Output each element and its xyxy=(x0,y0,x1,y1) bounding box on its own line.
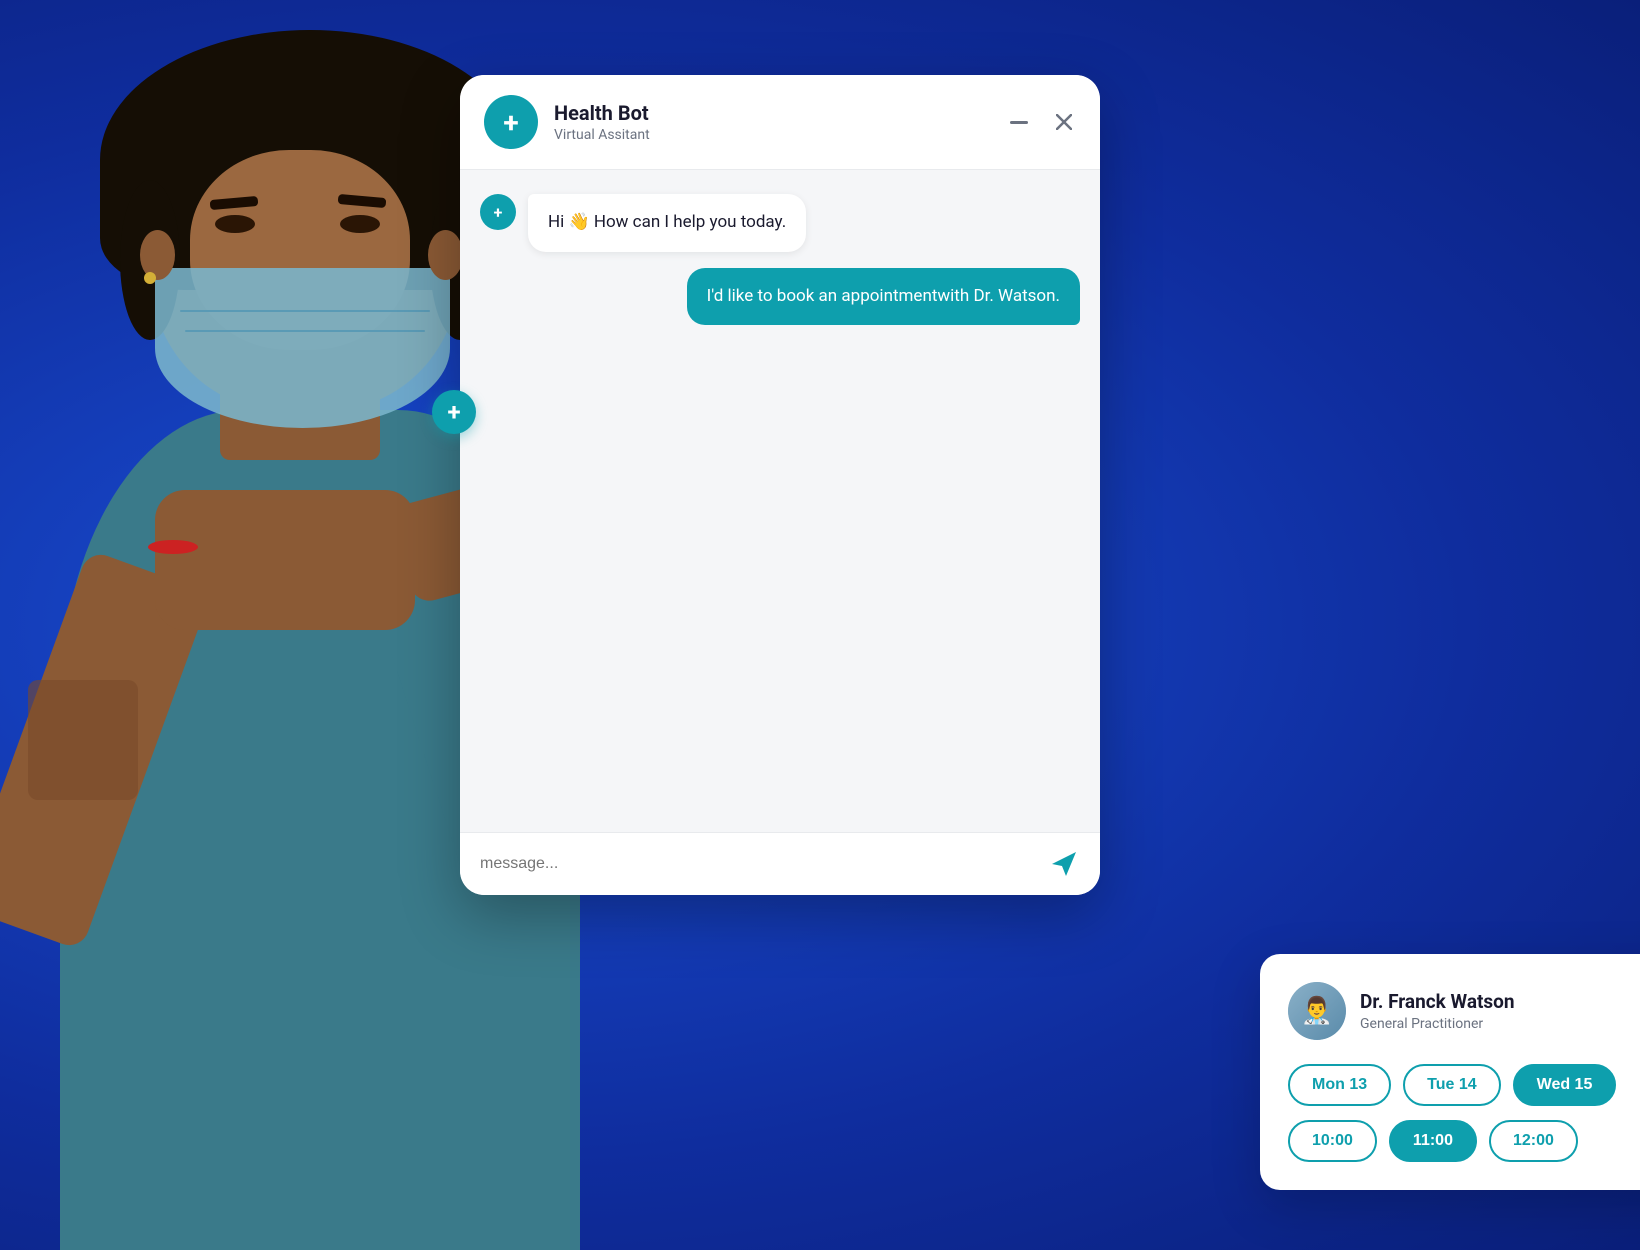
doctor-specialty: General Practitioner xyxy=(1360,1016,1515,1032)
header-actions xyxy=(1006,110,1076,134)
bot-info: Health Bot Virtual Assitant xyxy=(554,101,990,143)
time-slot-1000[interactable]: 10:00 xyxy=(1288,1120,1377,1162)
bot-message-bubble: Hi 👋 How can I help you today. xyxy=(528,194,806,252)
appointment-card: 👨‍⚕️ Dr. Franck Watson General Practitio… xyxy=(1260,954,1640,1190)
person-tattoo xyxy=(28,680,138,800)
chat-window: + Health Bot Virtual Assitant + Hi 👋 How… xyxy=(460,75,1100,895)
mask-line-2 xyxy=(185,330,425,332)
date-slot-wed15[interactable]: Wed 15 xyxy=(1513,1064,1617,1106)
person-hands xyxy=(155,490,415,630)
time-slot-1200[interactable]: 12:00 xyxy=(1489,1120,1578,1162)
date-slots: Mon 13 Tue 14 Wed 15 xyxy=(1288,1064,1640,1106)
person-eye-left xyxy=(215,215,255,233)
floating-plus-icon[interactable]: + xyxy=(432,390,476,434)
message-input[interactable] xyxy=(480,847,1036,881)
doctor-name: Dr. Franck Watson xyxy=(1360,990,1515,1013)
minimize-button[interactable] xyxy=(1006,117,1032,128)
date-slot-tue14[interactable]: Tue 14 xyxy=(1403,1064,1501,1106)
user-message-bubble: I'd like to book an appointmentwith Dr. … xyxy=(687,268,1080,326)
person-earring-left xyxy=(144,272,156,284)
close-button[interactable] xyxy=(1052,110,1076,134)
bot-subtitle: Virtual Assitant xyxy=(554,127,990,143)
doctor-avatar: 👨‍⚕️ xyxy=(1288,982,1346,1040)
time-slot-1100[interactable]: 11:00 xyxy=(1389,1120,1477,1162)
bot-message-avatar: + xyxy=(480,194,516,230)
bot-name: Health Bot xyxy=(554,101,990,125)
doctor-details: Dr. Franck Watson General Practitioner xyxy=(1360,990,1515,1032)
person-bracelet xyxy=(148,540,198,554)
doctor-info: 👨‍⚕️ Dr. Franck Watson General Practitio… xyxy=(1288,982,1640,1040)
person-eye-right xyxy=(340,215,380,233)
mask-line-1 xyxy=(180,310,430,312)
date-slot-mon13[interactable]: Mon 13 xyxy=(1288,1064,1391,1106)
app-container: + Health Bot Virtual Assitant + Hi 👋 How… xyxy=(0,0,1640,1250)
send-button[interactable] xyxy=(1048,848,1080,880)
bot-avatar: + xyxy=(484,95,538,149)
chat-body: + Hi 👋 How can I help you today. I'd lik… xyxy=(460,170,1100,832)
user-message-row: I'd like to book an appointmentwith Dr. … xyxy=(480,268,1080,326)
person-mask xyxy=(155,268,450,428)
chat-footer xyxy=(460,832,1100,895)
chat-header: + Health Bot Virtual Assitant xyxy=(460,75,1100,170)
bot-message-row: + Hi 👋 How can I help you today. xyxy=(480,194,1080,252)
person-ear-right xyxy=(428,230,463,280)
time-slots: 10:00 11:00 12:00 xyxy=(1288,1120,1640,1162)
